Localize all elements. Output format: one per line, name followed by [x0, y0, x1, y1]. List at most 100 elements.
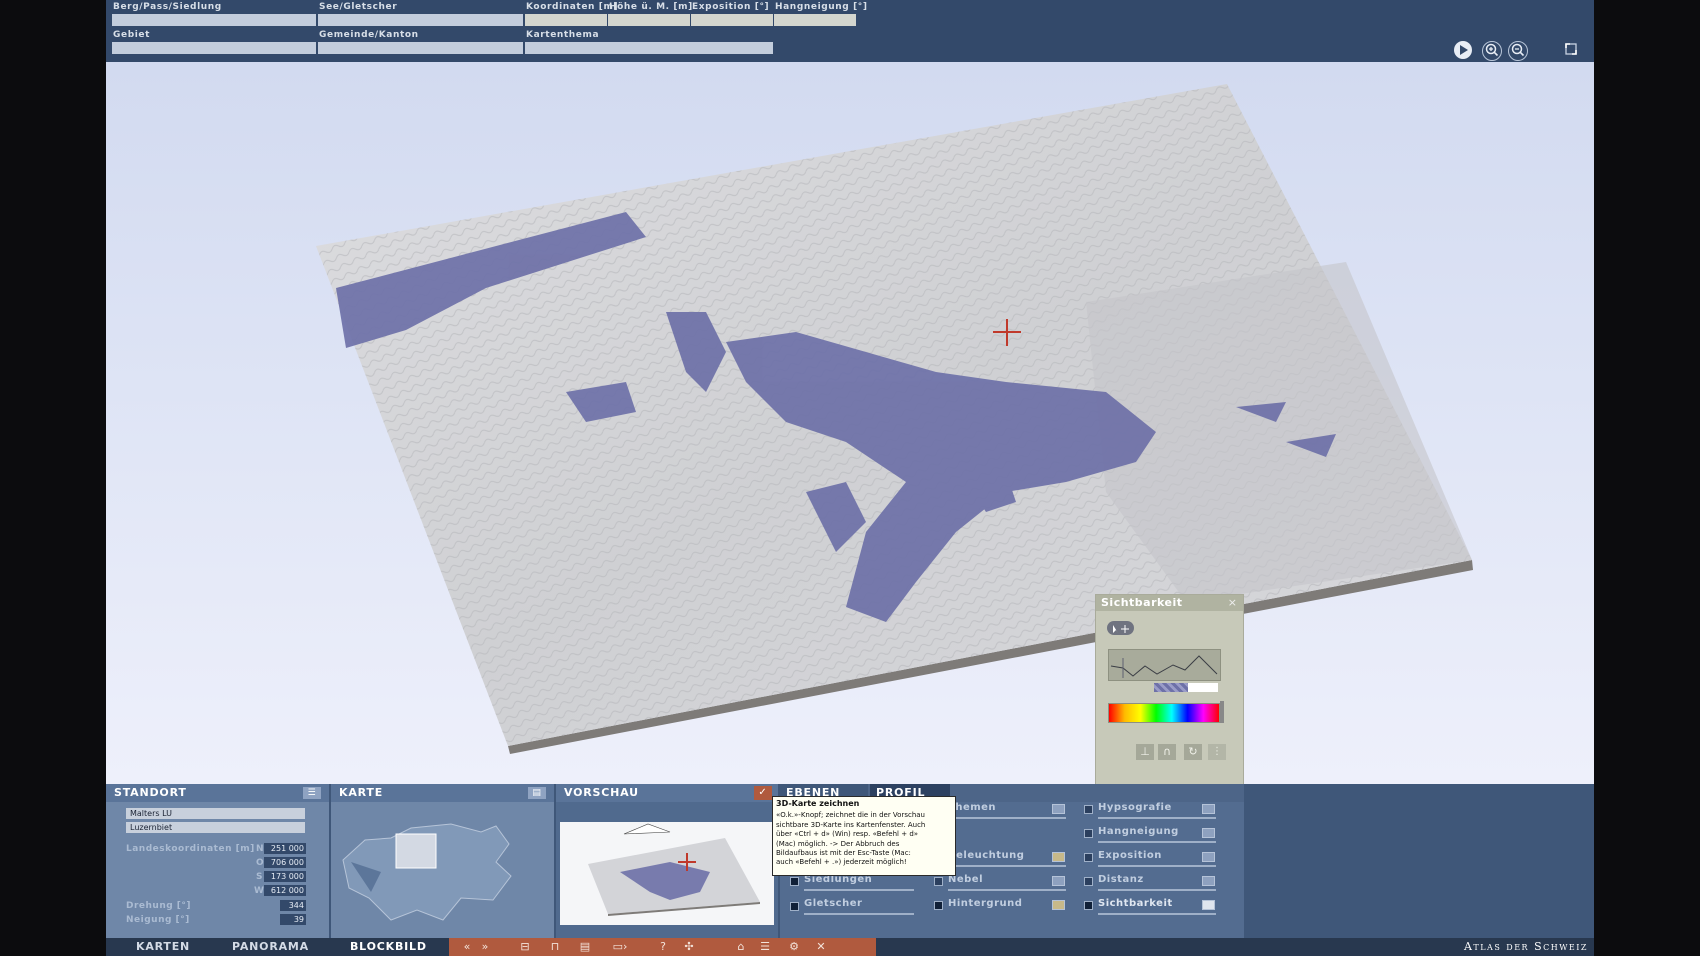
exposition-label: Exposition [°]: [692, 2, 770, 12]
vorschau-title-text: VORSCHAU: [564, 786, 639, 799]
berg-input[interactable]: [112, 14, 316, 26]
switzerland-overview-map: [342, 823, 512, 921]
nav-karten[interactable]: KARTEN: [136, 938, 190, 956]
hintergrund-button[interactable]: [1052, 900, 1065, 910]
kartenthema-input[interactable]: [525, 42, 773, 54]
beleuchtung-slider[interactable]: [948, 865, 1066, 867]
sichtbarkeit-slider[interactable]: [1098, 913, 1216, 915]
gemeinde-field[interactable]: Gemeinde/Kanton: [318, 28, 523, 54]
overview-map[interactable]: [331, 802, 554, 938]
nav-blockbild[interactable]: BLOCKBILD: [350, 938, 427, 956]
list-icon[interactable]: ☰: [757, 940, 773, 954]
gebiet-field[interactable]: Gebiet: [112, 28, 316, 54]
nebel-slider[interactable]: [948, 889, 1066, 891]
distanz-button[interactable]: [1202, 876, 1215, 886]
coord-n-value[interactable]: 251 000: [264, 843, 306, 854]
standort-gebiet-field[interactable]: Luzernbiet: [126, 822, 305, 833]
reset-icon[interactable]: ⋮: [1208, 744, 1226, 760]
standort-title-text: STANDORT: [114, 786, 187, 799]
nebel-button[interactable]: [1052, 876, 1065, 886]
nebel-checkbox[interactable]: [934, 877, 943, 886]
berg-field[interactable]: Berg/Pass/Siedlung: [112, 0, 316, 26]
gletscher-checkbox[interactable]: [790, 902, 799, 911]
hangneigung-slider[interactable]: [1098, 841, 1216, 843]
coord-s-value[interactable]: 173 000: [264, 871, 306, 882]
back-icon[interactable]: «: [459, 940, 475, 954]
see-input[interactable]: [318, 14, 523, 26]
siedlungen-checkbox[interactable]: [790, 877, 799, 886]
gemeinde-label: Gemeinde/Kanton: [319, 30, 419, 40]
close-icon[interactable]: ×: [1228, 596, 1237, 609]
drehung-value[interactable]: 344: [280, 900, 306, 911]
kartenthema-label: Kartenthema: [526, 30, 600, 40]
exposition-label: Exposition: [1098, 850, 1162, 861]
neigung-value[interactable]: 39: [280, 914, 306, 925]
map-viewport[interactable]: [106, 62, 1594, 784]
karte-title: KARTE ▤: [331, 784, 554, 802]
hangneigung-checkbox[interactable]: [1084, 829, 1093, 838]
gletscher-slider[interactable]: [804, 913, 914, 915]
arc-tool-icon[interactable]: ∩: [1158, 744, 1176, 760]
exposition-button[interactable]: [1202, 852, 1215, 862]
exposition-slider[interactable]: [1098, 865, 1216, 867]
hintergrund-checkbox[interactable]: [934, 901, 943, 910]
map-options-icon[interactable]: ▤: [528, 787, 546, 799]
coord-o-value[interactable]: 706 000: [264, 857, 306, 868]
tooltip-line: über «Ctrl + d» (Win) resp. «Befehl + d»: [776, 830, 919, 839]
tooltip-line: Bildaufbaus ist mit der Esc-Taste (Mac:: [776, 849, 911, 858]
spectrum-slider-handle[interactable]: [1220, 701, 1224, 723]
exposition-value: [691, 14, 773, 26]
koordinaten-label: Koordinaten [m]: [526, 2, 619, 12]
close-icon[interactable]: ✕: [813, 940, 829, 954]
sichtbarkeit-button[interactable]: [1202, 900, 1215, 910]
map-extent-rectangle[interactable]: [395, 833, 437, 869]
sichtbarkeit-title: Sichtbarkeit: [1096, 595, 1243, 611]
pick-location-button[interactable]: [1107, 621, 1134, 635]
hypsografie-label: Hypsografie: [1098, 802, 1172, 813]
help-icon[interactable]: ?: [655, 940, 671, 954]
coord-w-value[interactable]: 612 000: [264, 885, 306, 896]
zoom-out-icon[interactable]: [1508, 41, 1528, 61]
themen-slider[interactable]: [948, 817, 1066, 819]
lock-icon[interactable]: ⊓: [547, 940, 563, 954]
list-icon[interactable]: ☰: [303, 787, 321, 799]
see-field[interactable]: See/Gletscher: [318, 0, 523, 26]
home-icon[interactable]: ⌂: [733, 940, 749, 954]
play-icon[interactable]: [1454, 41, 1472, 59]
forward-icon[interactable]: »: [477, 940, 493, 954]
preview-image[interactable]: [560, 822, 774, 925]
refresh-icon[interactable]: ↻: [1184, 744, 1202, 760]
layers-icon[interactable]: ⊟: [517, 940, 533, 954]
profile-tool-icon[interactable]: ⊥: [1136, 744, 1154, 760]
karte-panel: KARTE ▤: [331, 784, 554, 938]
coord-w-label: W: [254, 886, 265, 896]
hangneigung-button[interactable]: [1202, 828, 1215, 838]
rotate-icon[interactable]: ✣: [681, 940, 697, 954]
hypsografie-button[interactable]: [1202, 804, 1215, 814]
standort-body: Malters LU Luzernbiet Landeskoordinaten …: [106, 802, 329, 938]
siedlungen-slider[interactable]: [804, 889, 914, 891]
ok-draw-button[interactable]: ✓: [754, 786, 772, 800]
gemeinde-input[interactable]: [318, 42, 523, 54]
koordinaten-field: Koordinaten [m]: [525, 0, 619, 26]
nav-panorama[interactable]: PANORAMA: [232, 938, 309, 956]
kartenthema-field[interactable]: Kartenthema: [525, 28, 773, 54]
print-icon[interactable]: ▤: [577, 940, 593, 954]
gebiet-input[interactable]: [112, 42, 316, 54]
beleuchtung-button[interactable]: [1052, 852, 1065, 862]
distanz-checkbox[interactable]: [1084, 877, 1093, 886]
hypsografie-checkbox[interactable]: [1084, 805, 1093, 814]
export-icon[interactable]: ▭›: [609, 940, 631, 954]
exposition-checkbox[interactable]: [1084, 853, 1093, 862]
sichtbarkeit-checkbox[interactable]: [1084, 901, 1093, 910]
color-spectrum-picker[interactable]: [1108, 703, 1220, 723]
hypsografie-slider[interactable]: [1098, 817, 1216, 819]
zoom-in-icon[interactable]: [1482, 41, 1502, 61]
distanz-slider[interactable]: [1098, 889, 1216, 891]
fullscreen-icon[interactable]: [1562, 41, 1580, 59]
hangneigung-field: Hangneigung [°]: [774, 0, 867, 26]
settings-icon[interactable]: ⚙: [783, 940, 805, 954]
coord-s-label: S: [256, 872, 263, 882]
standort-ort-field[interactable]: Malters LU: [126, 808, 305, 819]
themen-button[interactable]: [1052, 804, 1065, 814]
